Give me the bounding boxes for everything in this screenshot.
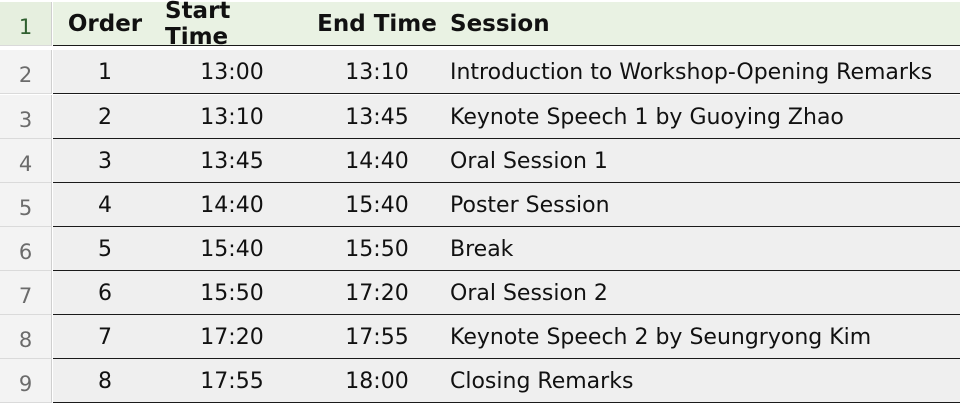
row-cells: 5 15:40 15:50 Break	[53, 227, 960, 271]
cell-end-time[interactable]: 13:10	[307, 50, 447, 94]
table-row: 7 6 15:50 17:20 Oral Session 2	[0, 271, 960, 315]
row-cells: 1 13:00 13:10 Introduction to Workshop-O…	[53, 50, 960, 94]
cell-order[interactable]: 2	[53, 95, 157, 139]
cell-end-time[interactable]: 17:55	[307, 315, 447, 359]
cell-session[interactable]: Introduction to Workshop-Opening Remarks	[450, 50, 960, 94]
cell-start-time[interactable]: 15:40	[157, 227, 307, 271]
cell-end-time[interactable]: 17:20	[307, 271, 447, 315]
cell-end-time[interactable]: 15:40	[307, 183, 447, 227]
row-number-1[interactable]: 1	[0, 2, 52, 46]
cell-session[interactable]: Oral Session 1	[450, 139, 960, 183]
cell-order[interactable]: 5	[53, 227, 157, 271]
row-cells: 4 14:40 15:40 Poster Session	[53, 183, 960, 227]
row-cells: 2 13:10 13:45 Keynote Speech 1 by Guoyin…	[53, 95, 960, 139]
cell-order[interactable]: 1	[53, 50, 157, 94]
header-session[interactable]: Session	[450, 2, 960, 46]
cell-start-time[interactable]: 17:20	[157, 315, 307, 359]
cell-order[interactable]: 8	[53, 359, 157, 403]
table-row: 5 4 14:40 15:40 Poster Session	[0, 183, 960, 227]
row-cells: 7 17:20 17:55 Keynote Speech 2 by Seungr…	[53, 315, 960, 359]
cell-start-time[interactable]: 13:00	[157, 50, 307, 94]
cell-order[interactable]: 7	[53, 315, 157, 359]
cell-order[interactable]: 4	[53, 183, 157, 227]
row-number[interactable]: 4	[0, 139, 52, 183]
cell-end-time[interactable]: 13:45	[307, 95, 447, 139]
cell-start-time[interactable]: 14:40	[157, 183, 307, 227]
cell-session[interactable]: Break	[450, 227, 960, 271]
row-number[interactable]: 9	[0, 359, 52, 403]
header-cells: Order Start Time End Time Session	[53, 0, 960, 50]
row-cells: 3 13:45 14:40 Oral Session 1	[53, 139, 960, 183]
table-row: 9 8 17:55 18:00 Closing Remarks	[0, 359, 960, 403]
row-number[interactable]: 2	[0, 50, 52, 94]
header-start-time[interactable]: Start Time	[165, 0, 295, 50]
header-row: 1 Order Start Time End Time Session	[0, 0, 960, 50]
row-number[interactable]: 5	[0, 183, 52, 227]
table-row: 6 5 15:40 15:50 Break	[0, 227, 960, 271]
table-row: 4 3 13:45 14:40 Oral Session 1	[0, 139, 960, 183]
row-number[interactable]: 8	[0, 315, 52, 359]
cell-end-time[interactable]: 14:40	[307, 139, 447, 183]
cell-start-time[interactable]: 17:55	[157, 359, 307, 403]
cell-order[interactable]: 3	[53, 139, 157, 183]
header-end-time[interactable]: End Time	[317, 2, 437, 46]
cell-end-time[interactable]: 15:50	[307, 227, 447, 271]
cell-end-time[interactable]: 18:00	[307, 359, 447, 403]
cell-start-time[interactable]: 13:45	[157, 139, 307, 183]
table-row: 8 7 17:20 17:55 Keynote Speech 2 by Seun…	[0, 315, 960, 359]
row-number[interactable]: 3	[0, 95, 52, 139]
cell-start-time[interactable]: 15:50	[157, 271, 307, 315]
cell-start-time[interactable]: 13:10	[157, 95, 307, 139]
cell-session[interactable]: Keynote Speech 1 by Guoying Zhao	[450, 95, 960, 139]
cell-order[interactable]: 6	[53, 271, 157, 315]
header-order[interactable]: Order	[65, 2, 145, 46]
table-row: 3 2 13:10 13:45 Keynote Speech 1 by Guoy…	[0, 95, 960, 139]
row-number[interactable]: 6	[0, 227, 52, 271]
cell-session[interactable]: Closing Remarks	[450, 359, 960, 403]
cell-session[interactable]: Poster Session	[450, 183, 960, 227]
table-row: 2 1 13:00 13:10 Introduction to Workshop…	[0, 50, 960, 94]
row-number[interactable]: 7	[0, 271, 52, 315]
cell-session[interactable]: Oral Session 2	[450, 271, 960, 315]
row-cells: 8 17:55 18:00 Closing Remarks	[53, 359, 960, 403]
cell-session[interactable]: Keynote Speech 2 by Seungryong Kim	[450, 315, 960, 359]
spreadsheet: 1 Order Start Time End Time Session 2 1 …	[0, 0, 960, 403]
row-cells: 6 15:50 17:20 Oral Session 2	[53, 271, 960, 315]
